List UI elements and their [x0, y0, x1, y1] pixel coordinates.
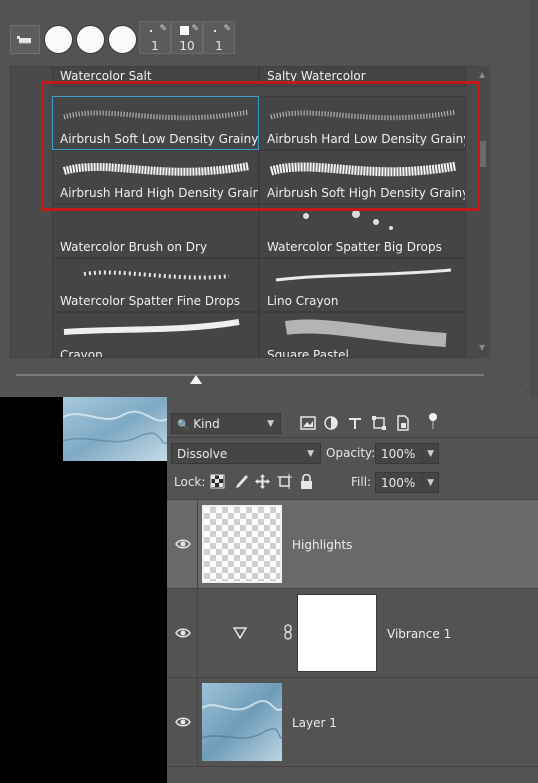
- opacity-input[interactable]: 100%: [375, 443, 423, 464]
- layer-row[interactable]: Highlights: [167, 500, 538, 588]
- layer-filter-value: Kind: [193, 417, 220, 431]
- preset-size: 1: [215, 39, 223, 53]
- panel-edge: [530, 0, 538, 397]
- lock-artboard-icon[interactable]: [277, 474, 292, 489]
- visibility-eye-icon[interactable]: [175, 627, 191, 639]
- fill-value: 100%: [381, 476, 416, 490]
- lock-position-icon[interactable]: [255, 474, 270, 489]
- fill-slider-button[interactable]: ▼: [422, 472, 439, 493]
- lock-transparent-pixels-icon[interactable]: [210, 474, 225, 489]
- preset-size: 10: [179, 39, 195, 53]
- lock-all-icon[interactable]: [299, 474, 314, 489]
- layer-row[interactable]: Vibrance 1: [167, 589, 538, 677]
- shape-layer-filter-icon[interactable]: [371, 415, 387, 431]
- opacity-value: 100%: [381, 447, 416, 461]
- smart-object-filter-icon[interactable]: [395, 415, 411, 431]
- layers-panel: 🔍 Kind ▼ Dissolve ▼ Opacity: 100% ▼ Lock…: [167, 397, 538, 783]
- blend-mode-value: Dissolve: [177, 447, 228, 461]
- scroll-up-icon[interactable]: ▲: [479, 70, 485, 79]
- pixel-layer-filter-icon[interactable]: [300, 415, 316, 431]
- visibility-eye-icon[interactable]: [175, 538, 191, 550]
- layer-row[interactable]: Layer 1: [167, 678, 538, 766]
- layer-mask-thumbnail[interactable]: [297, 594, 377, 672]
- scroll-down-icon[interactable]: ▼: [479, 343, 485, 352]
- fill-input[interactable]: 100%: [375, 472, 423, 493]
- canvas-ice-image: [63, 397, 167, 461]
- brush-list-scrollbar[interactable]: [476, 66, 490, 358]
- lock-label: Lock:: [174, 475, 206, 489]
- type-layer-filter-icon[interactable]: [347, 415, 363, 431]
- adjustment-layer-filter-icon[interactable]: [323, 415, 339, 431]
- recent-brush-round-2[interactable]: [76, 25, 105, 54]
- opacity-label: Opacity:: [326, 446, 376, 460]
- airbrush-icon: [17, 36, 31, 44]
- chevron-down-icon: ▼: [267, 419, 274, 429]
- fill-label: Fill:: [351, 475, 372, 489]
- recent-brush-small-1[interactable]: ✎ 1: [139, 21, 171, 54]
- pen-icon: ✎: [191, 24, 199, 34]
- layer-name[interactable]: Highlights: [292, 538, 352, 552]
- recent-brush-round-1[interactable]: [44, 25, 73, 54]
- layer-thumbnail[interactable]: [202, 505, 282, 583]
- resize-grip-icon[interactable]: ⋰: [520, 383, 530, 394]
- thumbnail-size-slider[interactable]: [16, 374, 484, 376]
- preset-size: 1: [151, 39, 159, 53]
- vibrance-adjustment-icon[interactable]: [233, 627, 247, 639]
- recent-brush-round-3[interactable]: [108, 25, 137, 54]
- scrollbar-thumb[interactable]: [480, 141, 486, 167]
- chevron-down-icon: ▼: [427, 449, 434, 459]
- pen-icon: ✎: [159, 24, 167, 34]
- link-icon[interactable]: [283, 624, 293, 640]
- search-icon: 🔍: [177, 420, 190, 431]
- layer-thumbnail[interactable]: [202, 683, 282, 761]
- thumbnail-size-slider-thumb[interactable]: [190, 375, 202, 384]
- chevron-down-icon: ▼: [307, 449, 314, 459]
- filter-toggle-icon[interactable]: [427, 411, 439, 433]
- blend-mode-dropdown[interactable]: Dissolve ▼: [171, 443, 321, 464]
- layer-name[interactable]: Layer 1: [292, 716, 337, 730]
- opacity-slider-button[interactable]: ▼: [422, 443, 439, 464]
- layer-name[interactable]: Vibrance 1: [387, 627, 451, 641]
- brush-list-outline: [10, 66, 490, 358]
- brush-preset-panel: ✎ 1 ✎ 10 ✎ 1 Watercolor Salt Salty Water…: [0, 0, 538, 397]
- brush-tool-preset-button[interactable]: [10, 25, 40, 54]
- recent-brush-small-2[interactable]: ✎ 10: [171, 21, 203, 54]
- layer-filter-dropdown[interactable]: 🔍 Kind ▼: [171, 413, 281, 434]
- lock-image-pixels-icon[interactable]: [233, 474, 248, 489]
- visibility-eye-icon[interactable]: [175, 716, 191, 728]
- pen-icon: ✎: [223, 24, 231, 34]
- recent-brush-small-3[interactable]: ✎ 1: [203, 21, 235, 54]
- chevron-down-icon: ▼: [427, 478, 434, 488]
